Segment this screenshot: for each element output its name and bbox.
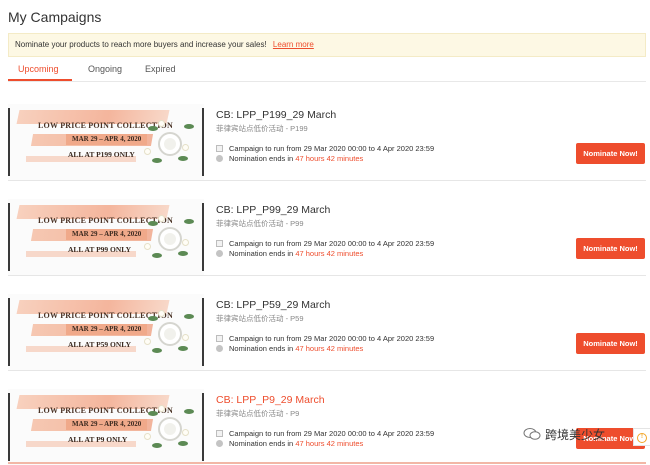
campaign-banner-image: LOW PRICE POINT COLLECTION MAR 29 – APR … xyxy=(8,389,204,465)
campaign-subtitle: 菲律宾站点低价活动 - P99 xyxy=(216,219,304,228)
nomination-countdown: 47 hours 42 minutes xyxy=(295,249,364,258)
nomination-countdown: 47 hours 42 minutes xyxy=(295,154,364,163)
calendar-icon xyxy=(216,240,223,247)
banner-dates: MAR 29 – APR 4, 2020 xyxy=(66,229,148,240)
nomination-prefix: Nomination ends in xyxy=(229,249,294,258)
nomination-row: Nomination ends in 47 hours 42 minutes xyxy=(216,249,363,259)
campaign-period: Campaign to run from 29 Mar 2020 00:00 t… xyxy=(229,334,435,343)
tab-upcoming[interactable]: Upcoming xyxy=(18,64,59,74)
campaign-tabs: Upcoming Ongoing Expired xyxy=(8,60,646,82)
nominate-now-button[interactable]: Nominate Now! xyxy=(576,143,645,164)
campaign-card: LOW PRICE POINT COLLECTION MAR 29 – APR … xyxy=(8,104,646,180)
campaign-period-row: Campaign to run from 29 Mar 2020 00:00 t… xyxy=(216,239,434,249)
campaign-card: LOW PRICE POINT COLLECTION MAR 29 – APR … xyxy=(8,294,646,370)
nomination-prefix: Nomination ends in xyxy=(229,439,294,448)
campaign-period-row: Campaign to run from 29 Mar 2020 00:00 t… xyxy=(216,429,434,439)
page-title: My Campaigns xyxy=(8,9,102,25)
nomination-row: Nomination ends in 47 hours 42 minutes xyxy=(216,344,363,354)
campaign-banner-image: LOW PRICE POINT COLLECTION MAR 29 – APR … xyxy=(8,294,204,370)
nominate-now-button[interactable]: Nominate Now! xyxy=(576,238,645,259)
notice-banner: Nominate your products to reach more buy… xyxy=(8,33,646,57)
campaign-subtitle: 菲律宾站点低价活动 - P9 xyxy=(216,409,300,418)
campaign-title[interactable]: CB: LPP_P59_29 March xyxy=(216,299,330,311)
card-divider xyxy=(8,180,646,181)
campaign-title[interactable]: CB: LPP_P199_29 March xyxy=(216,109,336,121)
campaign-period-row: Campaign to run from 29 Mar 2020 00:00 t… xyxy=(216,334,434,344)
tab-ongoing[interactable]: Ongoing xyxy=(88,64,122,74)
active-tab-indicator xyxy=(8,79,72,81)
notice-text: Nominate your products to reach more buy… xyxy=(15,40,267,49)
campaign-title[interactable]: CB: LPP_P9_29 March xyxy=(216,394,325,406)
tab-expired[interactable]: Expired xyxy=(145,64,176,74)
bottom-divider xyxy=(8,462,646,464)
nomination-prefix: Nomination ends in xyxy=(229,344,294,353)
banner-dates: MAR 29 – APR 4, 2020 xyxy=(66,324,148,335)
calendar-icon xyxy=(216,145,223,152)
campaign-period: Campaign to run from 29 Mar 2020 00:00 t… xyxy=(229,429,435,438)
help-widget[interactable]: ! xyxy=(633,428,650,446)
campaign-period: Campaign to run from 29 Mar 2020 00:00 t… xyxy=(229,239,435,248)
banner-dates: MAR 29 – APR 4, 2020 xyxy=(66,419,148,430)
campaign-banner-image: LOW PRICE POINT COLLECTION MAR 29 – APR … xyxy=(8,104,204,180)
nomination-row: Nomination ends in 47 hours 42 minutes xyxy=(216,439,363,449)
help-icon: ! xyxy=(637,433,647,443)
nomination-countdown: 47 hours 42 minutes xyxy=(295,439,364,448)
banner-dates: MAR 29 – APR 4, 2020 xyxy=(66,134,148,145)
campaign-subtitle: 菲律宾站点低价活动 - P199 xyxy=(216,124,308,133)
nominate-now-button[interactable]: Nominate Now! xyxy=(576,333,645,354)
campaign-subtitle: 菲律宾站点低价活动 - P59 xyxy=(216,314,304,323)
campaign-period: Campaign to run from 29 Mar 2020 00:00 t… xyxy=(229,144,435,153)
card-divider xyxy=(8,275,646,276)
clock-icon xyxy=(216,345,223,352)
clock-icon xyxy=(216,155,223,162)
watermark-text: 跨境美少女 xyxy=(545,428,606,442)
wechat-watermark: 跨境美少女 xyxy=(523,424,605,446)
calendar-icon xyxy=(216,335,223,342)
campaign-period-row: Campaign to run from 29 Mar 2020 00:00 t… xyxy=(216,144,434,154)
calendar-icon xyxy=(216,430,223,437)
learn-more-link[interactable]: Learn more xyxy=(273,40,314,49)
campaign-card: LOW PRICE POINT COLLECTION MAR 29 – APR … xyxy=(8,199,646,275)
campaign-banner-image: LOW PRICE POINT COLLECTION MAR 29 – APR … xyxy=(8,199,204,275)
card-divider xyxy=(8,370,646,371)
wechat-icon xyxy=(523,428,541,440)
clock-icon xyxy=(216,250,223,257)
nomination-countdown: 47 hours 42 minutes xyxy=(295,344,364,353)
nomination-row: Nomination ends in 47 hours 42 minutes xyxy=(216,154,363,164)
clock-icon xyxy=(216,440,223,447)
campaign-title[interactable]: CB: LPP_P99_29 March xyxy=(216,204,330,216)
nomination-prefix: Nomination ends in xyxy=(229,154,294,163)
